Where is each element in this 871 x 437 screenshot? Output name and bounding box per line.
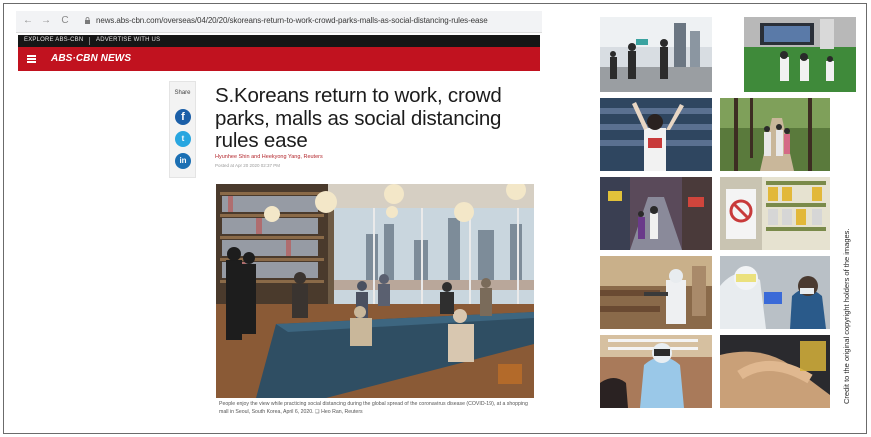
photo-caption: People enjoy the view while practicing s… <box>219 401 528 415</box>
share-label: Share <box>174 90 191 96</box>
back-icon[interactable]: ← <box>22 15 34 27</box>
disinfection-worker-photo <box>600 256 712 329</box>
nav-divider <box>89 37 90 45</box>
patient-closeup-photo <box>720 335 830 408</box>
twitter-icon[interactable]: t <box>175 131 191 147</box>
cheering-fan-photo <box>600 98 712 171</box>
store-shelves-photo <box>720 177 830 250</box>
article-headline: S.Koreans return to work, crowd parks, m… <box>215 84 502 152</box>
article-photo <box>216 184 534 398</box>
forward-icon[interactable]: → <box>40 15 52 27</box>
image-credit: Credit to the original copyright holders… <box>842 228 851 404</box>
brand-header: ABS·CBN NEWS <box>18 47 540 71</box>
top-nav: EXPLORE ABS-CBN ADVERTISE WITH US <box>18 35 540 47</box>
address-bar: ← → C news.abs-cbn.com/overseas/04/20/20… <box>16 11 542 33</box>
medical-test-photo <box>720 256 830 329</box>
street-crowd-photo <box>600 17 712 92</box>
linkedin-icon[interactable]: in <box>175 153 191 169</box>
brand-logo[interactable]: ABS·CBN NEWS <box>51 53 131 64</box>
baseball-game-photo <box>744 17 856 92</box>
park-walkers-photo <box>720 98 830 171</box>
facebook-icon[interactable]: f <box>175 109 191 125</box>
lock-icon <box>85 17 90 24</box>
share-panel: Share f t in <box>169 81 196 178</box>
shopping-street-photo <box>600 177 712 250</box>
url-text[interactable]: news.abs-cbn.com/overseas/04/20/20/skore… <box>96 16 488 25</box>
advertise-link[interactable]: ADVERTISE WITH US <box>96 37 160 43</box>
explore-link[interactable]: EXPLORE ABS-CBN <box>24 37 83 43</box>
browser-window: ← → C news.abs-cbn.com/overseas/04/20/20… <box>16 11 542 431</box>
hamburger-icon[interactable] <box>27 55 36 63</box>
protective-suit-photo <box>600 335 712 408</box>
article-timestamp: Posted at Apr 20 2020 02:37 PM <box>215 163 281 168</box>
reload-icon[interactable]: C <box>59 15 71 27</box>
article-byline[interactable]: Hyunhee Shin and Heekyong Yang, Reuters <box>215 154 323 160</box>
